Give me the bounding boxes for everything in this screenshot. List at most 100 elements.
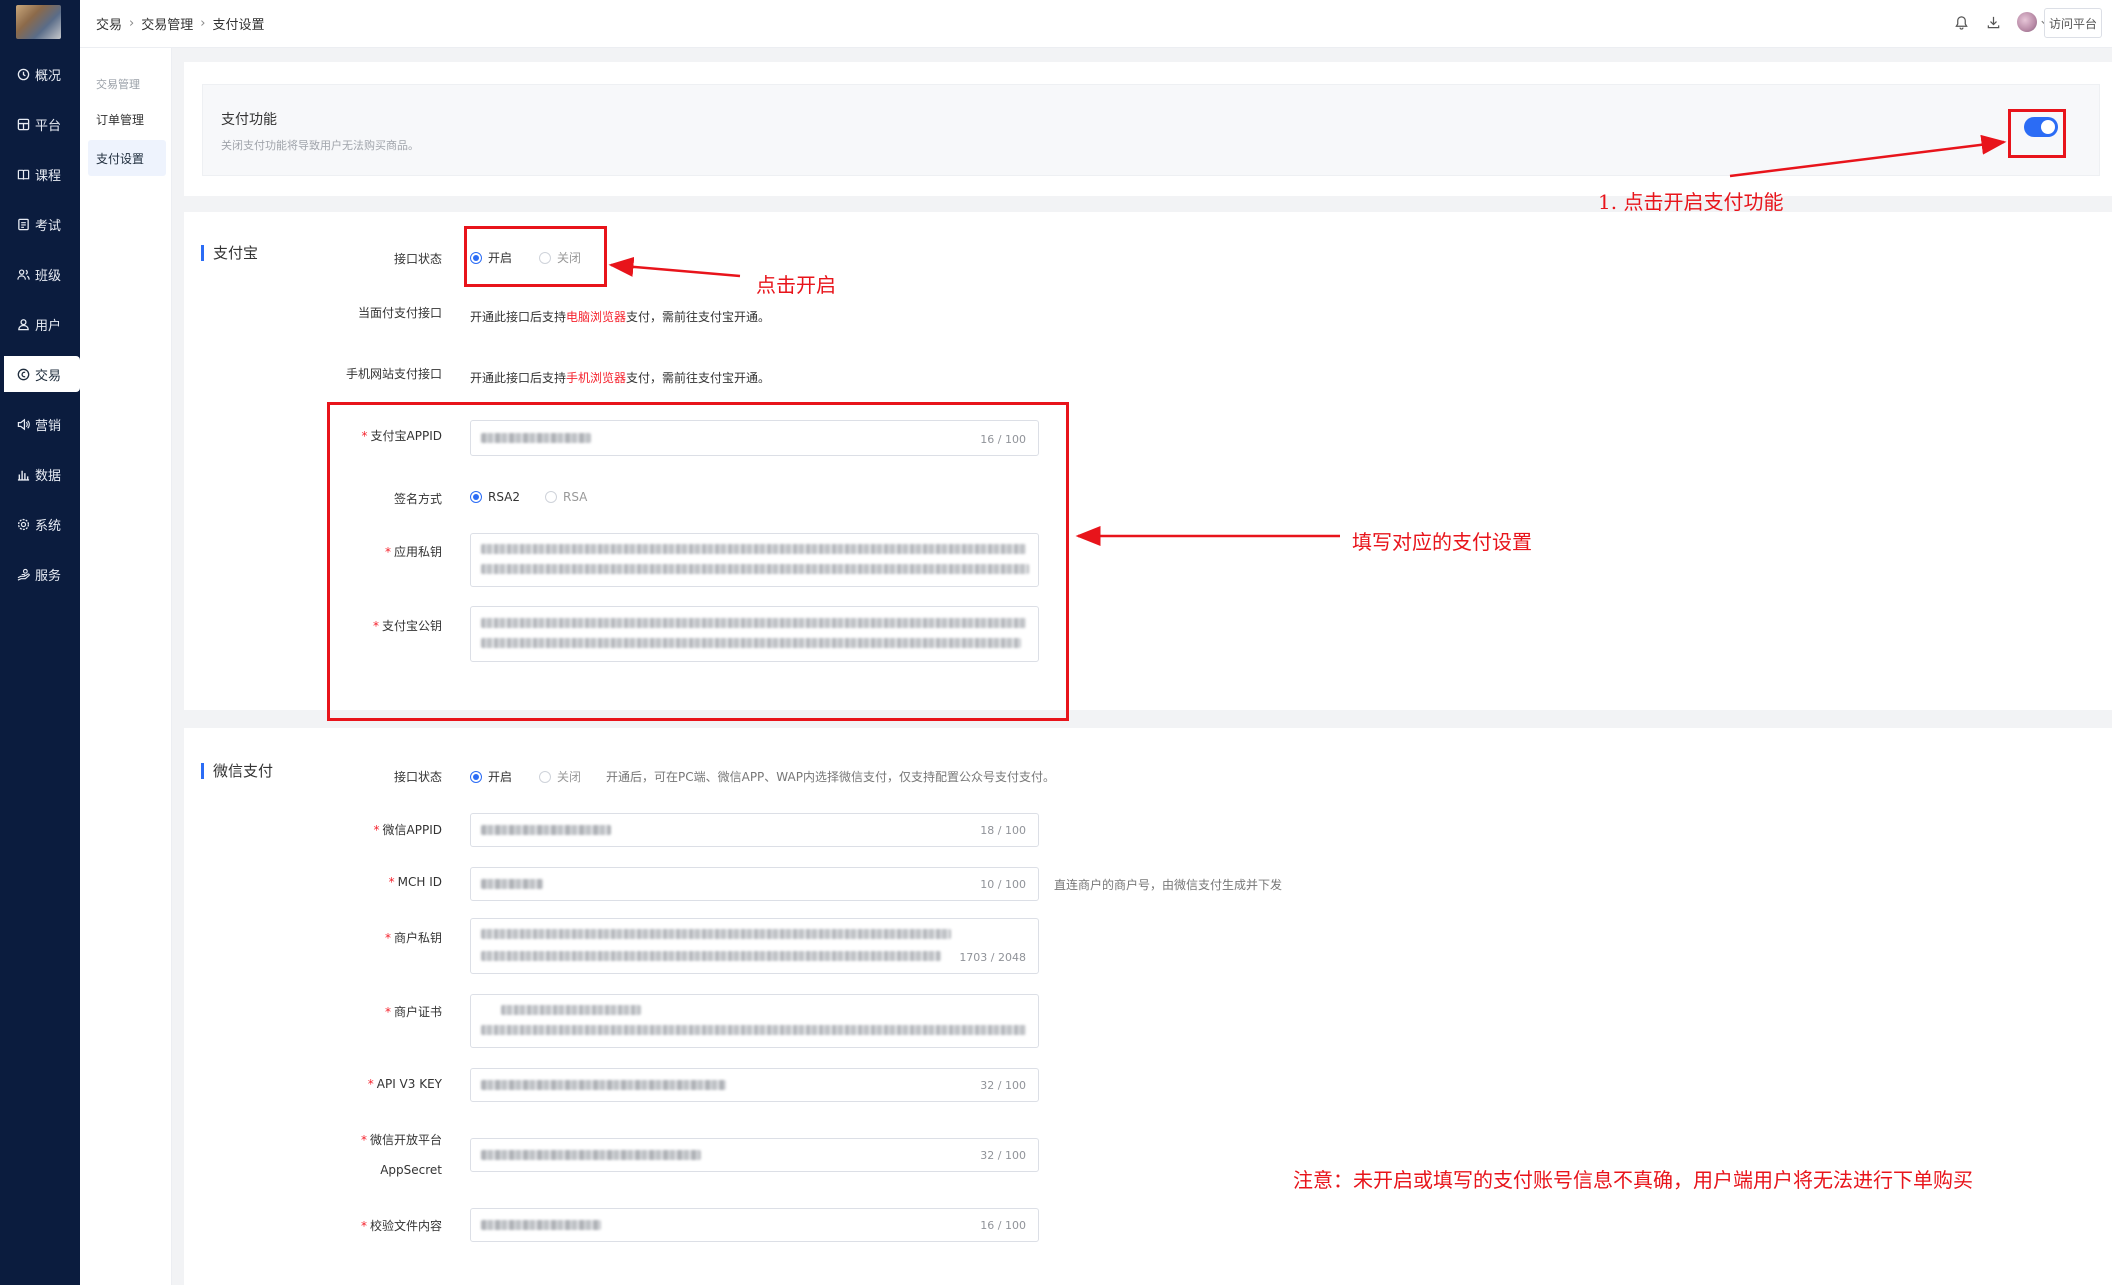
sidebar-item-course[interactable]: 课程 (0, 156, 80, 192)
alipay-f2f-label: 当面付支付接口 (357, 306, 442, 320)
char-count: 16 / 100 (980, 1219, 1026, 1232)
service-icon (16, 567, 30, 581)
payment-function-card: 支付功能 关闭支付功能将导致用户无法购买商品。 (184, 62, 2112, 196)
required-asterisk: * (360, 1133, 367, 1147)
sidebar-item-class[interactable]: 班级 (0, 256, 80, 292)
merchant-key-textarea[interactable]: 1703 / 2048 (470, 918, 1039, 974)
wechat-status-off-radio[interactable]: 关闭 (539, 768, 581, 785)
breadcrumb-item[interactable]: 交易 (96, 14, 122, 33)
menu-group-title: 交易管理 (96, 78, 140, 91)
char-count: 32 / 100 (980, 1079, 1026, 1092)
wechat-section-title: 微信支付 (201, 763, 273, 779)
mchid-input[interactable]: 10 / 100 (470, 867, 1039, 901)
wechat-appid-input[interactable]: 18 / 100 (470, 813, 1039, 847)
bell-icon[interactable] (1952, 13, 1970, 31)
radio-dot (470, 770, 482, 783)
breadcrumb-item[interactable]: 交易管理 (141, 14, 193, 33)
verify-file-label: * 校验文件内容 (361, 1217, 442, 1234)
verify-file-input[interactable]: 16 / 100 (470, 1208, 1039, 1242)
mchid-hint: 直连商户的商户号，由微信支付生成并下发 (1054, 878, 1283, 892)
sidebar-item-label: 数据 (35, 468, 62, 484)
char-count: 1703 / 2048 (959, 951, 1026, 964)
sidebar-item-marketing[interactable]: 营销 (0, 406, 80, 442)
megaphone-icon (16, 417, 30, 431)
exam-icon (16, 217, 30, 231)
platform-icon (16, 117, 30, 131)
sidebar-item-overview[interactable]: 概况 (0, 56, 80, 92)
breadcrumb: 交易 › 交易管理 › 支付设置 (96, 14, 264, 33)
masked-line (501, 1005, 641, 1015)
sidebar-item-platform[interactable]: 平台 (0, 106, 80, 142)
annotation-box-status (464, 226, 607, 287)
breadcrumb-current: 支付设置 (212, 18, 265, 33)
text: 支付，需前往支付宝开通。 (626, 371, 771, 385)
wechat-status-hint: 开通后，可在PC端、微信APP、WAP内选择微信支付，仅支持配置公众号支付支付。 (606, 770, 1055, 784)
sidebar-item-label: 用户 (35, 318, 62, 334)
required-asterisk: * (360, 1219, 367, 1233)
sidebar-item-user[interactable]: 用户 (0, 306, 80, 342)
sidebar-item-label: 营销 (35, 418, 62, 434)
masked-value (481, 879, 543, 889)
label-text: 微信开放平台 (369, 1133, 442, 1147)
masked-value (481, 1080, 726, 1090)
char-count: 10 / 100 (980, 878, 1026, 891)
masked-value (481, 825, 611, 835)
merchant-cert-textarea[interactable] (470, 994, 1039, 1048)
annotation-box-fields (327, 402, 1069, 721)
sidebar-item-label: 概况 (35, 68, 62, 84)
merchant-cert-label: * 商户证书 (385, 1003, 442, 1020)
visit-platform-button[interactable]: 访问平台 (2044, 8, 2102, 38)
menu-item-payment-settings[interactable]: 支付设置 (88, 140, 166, 176)
wechat-status-on-radio[interactable]: 开启 (470, 768, 512, 785)
alipay-status-label: 接口状态 (393, 252, 442, 266)
class-icon (16, 267, 30, 281)
payment-function-title: 支付功能 (221, 112, 277, 128)
char-count: 18 / 100 (980, 824, 1026, 837)
sidebar-item-label: 考试 (35, 218, 62, 234)
sidebar-item-exam[interactable]: 考试 (0, 206, 80, 242)
wechat-status-label: 接口状态 (393, 770, 442, 784)
book-icon (16, 167, 30, 181)
label-text: API V3 KEY (376, 1077, 442, 1091)
required-asterisk: * (384, 931, 391, 945)
alipay-section-title: 支付宝 (201, 245, 258, 261)
annotation-click-on: 点击开启 (756, 273, 836, 297)
chevron-right-icon: › (200, 16, 206, 31)
bar-chart-icon (16, 467, 30, 481)
open-platform-label-line1: * 微信开放平台 (361, 1131, 442, 1148)
label-text: 微信APPID (382, 823, 442, 837)
annotation-box-toggle (2008, 109, 2066, 158)
logo-avatar[interactable] (16, 5, 61, 39)
main-sidebar: 概况 平台 课程 考试 班级 用户 交易 营销 数据 系统 服务 (0, 0, 80, 1285)
required-asterisk: * (384, 1005, 391, 1019)
sidebar-item-label: 平台 (35, 118, 62, 134)
required-asterisk: * (367, 1077, 374, 1091)
label-text: 校验文件内容 (369, 1219, 442, 1233)
highlight-text: 手机浏览器 (566, 371, 627, 385)
download-icon[interactable] (1984, 13, 2002, 31)
sidebar-item-label: 交易 (35, 368, 62, 384)
annotation-note: 注意：未开启或填写的支付账号信息不真确，用户端用户将无法进行下单购买 (1293, 1168, 1973, 1192)
secondary-menu: 交易管理 订单管理 支付设置 (80, 48, 172, 1285)
menu-item-orders[interactable]: 订单管理 (88, 101, 166, 137)
sidebar-item-data[interactable]: 数据 (0, 456, 80, 492)
text: 开通此接口后支持 (470, 371, 567, 385)
annotation-fill: 填写对应的支付设置 (1352, 530, 1532, 554)
label-text: 商户证书 (393, 1005, 442, 1019)
char-count: 32 / 100 (980, 1149, 1026, 1162)
user-icon (16, 317, 30, 331)
highlight-text: 电脑浏览器 (566, 310, 627, 324)
chevron-right-icon: › (129, 16, 135, 31)
trade-icon (16, 367, 30, 381)
open-platform-label-line2: AppSecret (380, 1163, 442, 1177)
payment-function-panel: 支付功能 关闭支付功能将导致用户无法购买商品。 (202, 84, 2100, 176)
sidebar-item-system[interactable]: 系统 (0, 506, 80, 542)
wechat-appid-label: * 微信APPID (374, 821, 442, 838)
sidebar-item-service[interactable]: 服务 (0, 556, 80, 592)
open-platform-secret-input[interactable]: 32 / 100 (470, 1138, 1039, 1172)
gear-icon (16, 517, 30, 531)
required-asterisk: * (388, 875, 395, 889)
top-header: 交易 › 交易管理 › 支付设置 访问平台 (80, 0, 2112, 48)
apiv3-key-input[interactable]: 32 / 100 (470, 1068, 1039, 1102)
sidebar-item-trade[interactable]: 交易 (4, 356, 80, 392)
